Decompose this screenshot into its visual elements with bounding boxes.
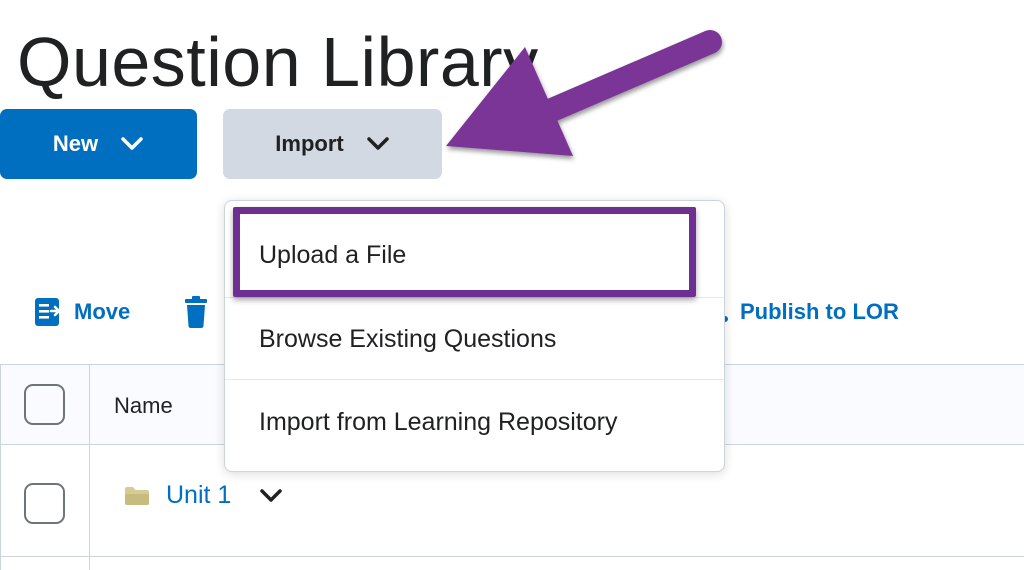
row-checkbox[interactable] (24, 483, 65, 524)
column-header-name[interactable]: Name (114, 393, 173, 419)
select-all-checkbox[interactable] (24, 384, 65, 425)
table-row: Unit 1 (124, 481, 283, 510)
new-button[interactable]: New (0, 109, 197, 179)
chevron-down-icon (366, 137, 389, 150)
menu-item-import-from-learning-repository[interactable]: Import from Learning Repository (225, 380, 724, 464)
folder-link-unit-1[interactable]: Unit 1 (166, 481, 231, 510)
menu-item-browse-existing-questions[interactable]: Browse Existing Questions (225, 297, 724, 381)
import-button[interactable]: Import (223, 109, 442, 179)
highlight-annotation (233, 207, 696, 297)
import-button-label: Import (275, 131, 344, 156)
page-title: Question Library (17, 23, 539, 101)
move-icon (35, 298, 61, 326)
chevron-down-icon[interactable] (259, 488, 283, 504)
chevron-down-icon (121, 137, 143, 150)
publish-to-lor-button[interactable]: Publish to LOR (722, 292, 899, 332)
move-button[interactable]: Move (34, 292, 130, 332)
folder-icon (125, 486, 149, 505)
move-label: Move (74, 299, 131, 324)
publish-label: Publish to LOR (740, 299, 899, 324)
delete-button[interactable] (184, 292, 208, 332)
trash-icon (185, 296, 207, 328)
new-button-label: New (52, 131, 99, 156)
